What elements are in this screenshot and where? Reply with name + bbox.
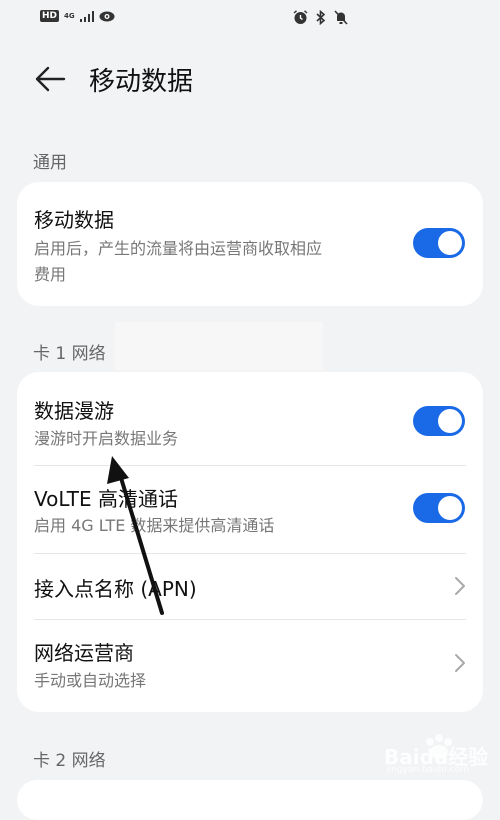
chevron-right-icon: [455, 577, 465, 595]
hd-badge: HD: [40, 10, 60, 22]
status-bar: HD 4G: [0, 0, 500, 36]
watermark-url: jingyan.baidu.com: [386, 765, 470, 775]
volte-title: VoLTE 高清通话: [34, 487, 178, 511]
signal-icon: [79, 10, 94, 22]
alarm-icon: [293, 10, 308, 24]
mobile-data-subtitle-2: 费用: [34, 265, 67, 284]
apn-title: 接入点名称 (APN): [34, 577, 197, 601]
header: 移动数据: [0, 55, 500, 103]
volte-toggle[interactable]: [413, 493, 465, 523]
bluetooth-icon: [316, 10, 326, 25]
operator-subtitle: 手动或自动选择: [34, 671, 147, 690]
card-sim1: 数据漫游 漫游时开启数据业务 VoLTE 高清通话 启用 4G LTE 数据来提…: [17, 372, 483, 712]
chevron-right-icon: [455, 654, 465, 672]
mobile-data-toggle[interactable]: [413, 228, 465, 258]
toggle-knob: [438, 496, 462, 520]
card-sim2: [17, 780, 483, 820]
status-right: [293, 10, 348, 25]
section-label-sim2: 卡 2 网络: [33, 751, 106, 771]
operator-title: 网络运营商: [34, 641, 134, 665]
roaming-toggle[interactable]: [413, 406, 465, 436]
card-general: 移动数据 启用后，产生的流量将由运营商收取相应 费用: [17, 182, 483, 306]
eye-icon: [99, 11, 115, 21]
toggle-knob: [438, 409, 462, 433]
back-arrow-icon[interactable]: [34, 65, 66, 93]
volte-row[interactable]: VoLTE 高清通话 启用 4G LTE 数据来提供高清通话: [17, 465, 483, 553]
bell-muted-icon: [334, 10, 348, 25]
operator-row[interactable]: 网络运营商 手动或自动选择: [17, 619, 483, 712]
roaming-row[interactable]: 数据漫游 漫游时开启数据业务: [17, 372, 483, 465]
network-type: 4G: [64, 11, 75, 20]
roaming-title: 数据漫游: [34, 399, 114, 423]
mobile-data-subtitle-1: 启用后，产生的流量将由运营商收取相应: [34, 239, 323, 258]
mobile-data-row[interactable]: 移动数据 启用后，产生的流量将由运营商收取相应 费用: [17, 182, 483, 306]
status-left: HD 4G: [40, 10, 115, 22]
volte-subtitle: 启用 4G LTE 数据来提供高清通话: [34, 516, 275, 535]
apn-row[interactable]: 接入点名称 (APN): [17, 553, 483, 619]
roaming-subtitle: 漫游时开启数据业务: [34, 429, 179, 448]
page-title: 移动数据: [89, 67, 194, 97]
section-label-general: 通用: [33, 153, 67, 173]
blur-patch: [115, 322, 323, 370]
mobile-data-title: 移动数据: [34, 208, 114, 232]
toggle-knob: [438, 231, 462, 255]
section-label-sim1: 卡 1 网络: [33, 344, 106, 364]
